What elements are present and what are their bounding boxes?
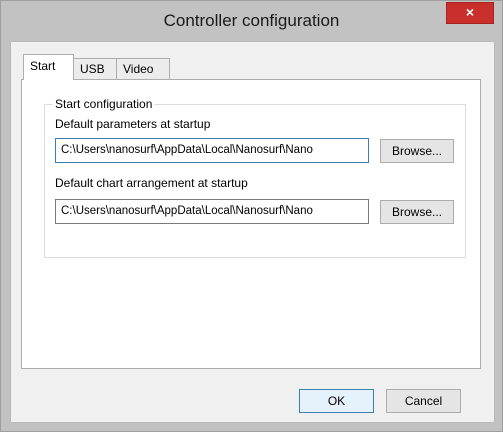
window-title: Controller configuration [163,11,340,30]
close-button[interactable]: × [446,2,494,24]
tab-video[interactable]: Video [116,58,170,79]
tab-start[interactable]: Start [23,54,74,80]
cancel-button[interactable]: Cancel [386,389,461,413]
dialog-client-area: Start USB Video Start configuration Defa… [10,41,495,423]
params-label: Default parameters at startup [55,117,211,131]
group-title: Start configuration [53,97,155,111]
browse-params-button[interactable]: Browse... [380,139,454,163]
title-bar[interactable]: Controller configuration × [1,1,502,41]
start-configuration-group: Start configuration Default parameters a… [44,97,466,258]
chart-path-input[interactable]: C:\Users\nanosurf\AppData\Local\Nanosurf… [55,199,369,224]
config-dialog: Controller configuration × Start USB Vid… [0,0,503,432]
close-icon: × [465,4,475,20]
params-path-input[interactable]: C:\Users\nanosurf\AppData\Local\Nanosurf… [55,138,369,163]
chart-label: Default chart arrangement at startup [55,176,248,190]
start-tab-panel: Start configuration Default parameters a… [21,79,481,369]
browse-chart-button[interactable]: Browse... [380,200,454,224]
ok-button[interactable]: OK [299,389,374,413]
tab-usb[interactable]: USB [73,58,117,79]
